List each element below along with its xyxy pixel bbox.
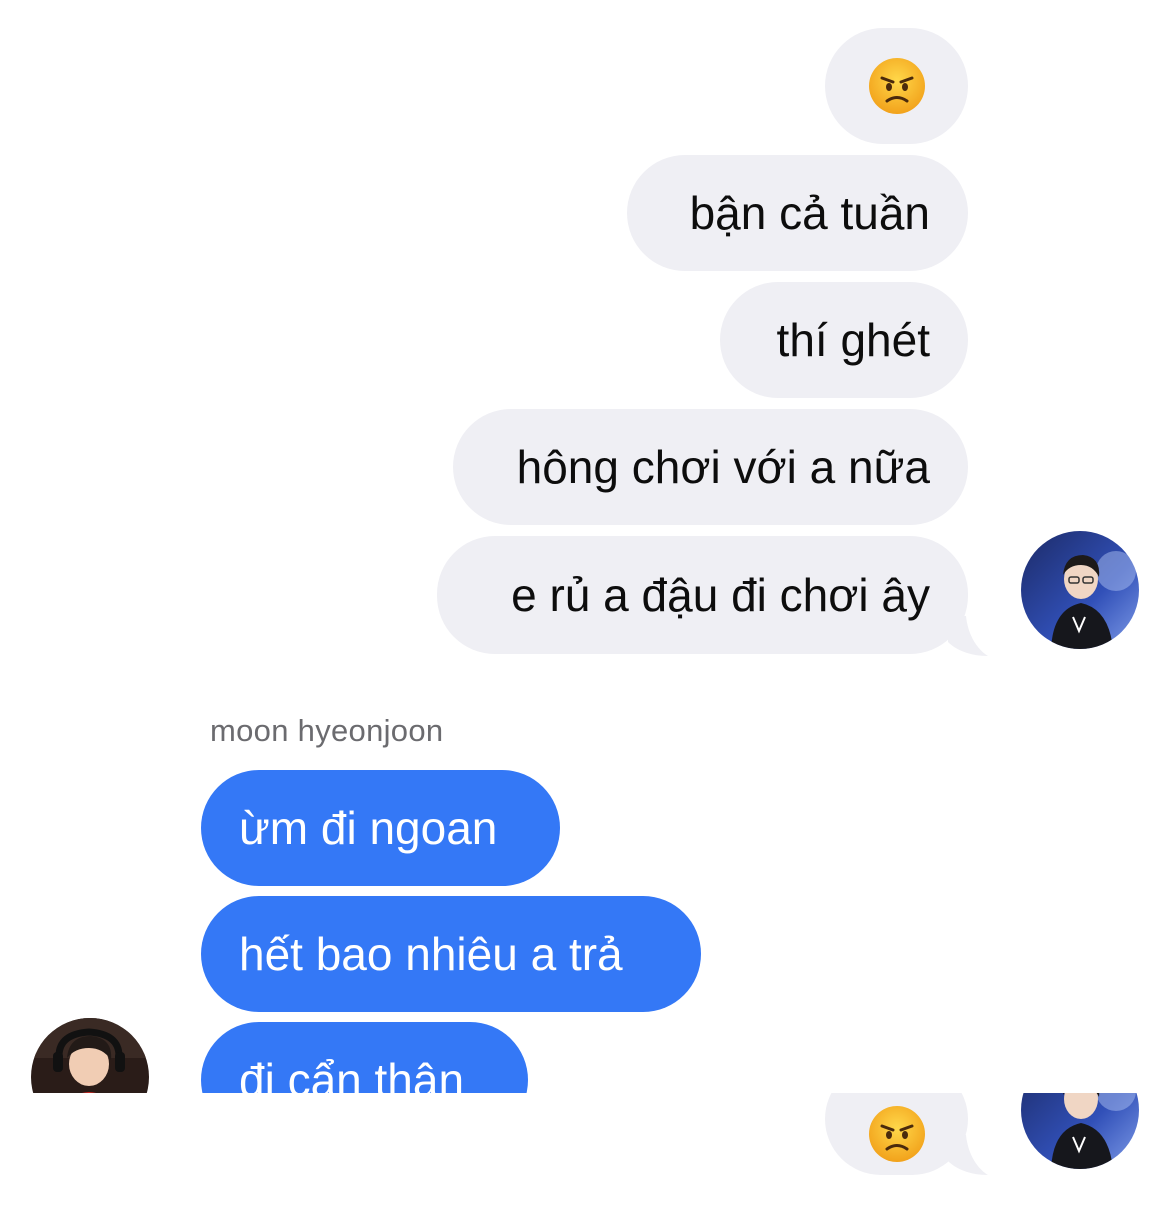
message-text: bận cả tuần (689, 187, 930, 239)
message-text: hết bao nhiêu a trả (239, 928, 623, 980)
message-bubble-incoming[interactable]: hết bao nhiêu a trả (201, 896, 701, 1012)
message-bubble-outgoing[interactable]: thí ghét (720, 282, 968, 398)
message-bubble-emoji[interactable] (825, 28, 968, 144)
message-bubble-emoji[interactable] (825, 1093, 968, 1175)
angry-face-icon (868, 1106, 925, 1162)
chat-view: bận cả tuần thí ghét hông chơi với a nữa… (0, 0, 1169, 1093)
avatar-contact[interactable] (31, 1018, 149, 1093)
sender-name: moon hyeonjoon (210, 713, 444, 748)
message-bubble-outgoing[interactable]: bận cả tuần (627, 155, 968, 271)
message-bubble-incoming[interactable]: đi cẩn thận (201, 1022, 528, 1093)
message-text: hông chơi với a nữa (516, 441, 930, 493)
message-bubble-outgoing[interactable]: e rủ a đậu đi chơi ây (437, 536, 968, 654)
avatar-self[interactable] (1021, 531, 1139, 649)
avatar-photo (1021, 531, 1139, 649)
message-bubble-incoming[interactable]: ừm đi ngoan (201, 770, 560, 886)
bubble-tail (948, 1135, 988, 1175)
avatar-photo (31, 1018, 149, 1093)
message-text: thí ghét (776, 314, 930, 366)
angry-face-icon (868, 58, 925, 114)
message-text: ừm đi ngoan (239, 802, 498, 854)
next-message-strip (0, 1093, 1169, 1219)
message-text: e rủ a đậu đi chơi ây (511, 569, 930, 621)
avatar-photo (1021, 1093, 1139, 1169)
avatar-self[interactable] (1021, 1093, 1139, 1169)
bubble-tail (948, 616, 988, 656)
message-text: đi cẩn thận (239, 1054, 465, 1093)
message-bubble-outgoing[interactable]: hông chơi với a nữa (453, 409, 968, 525)
